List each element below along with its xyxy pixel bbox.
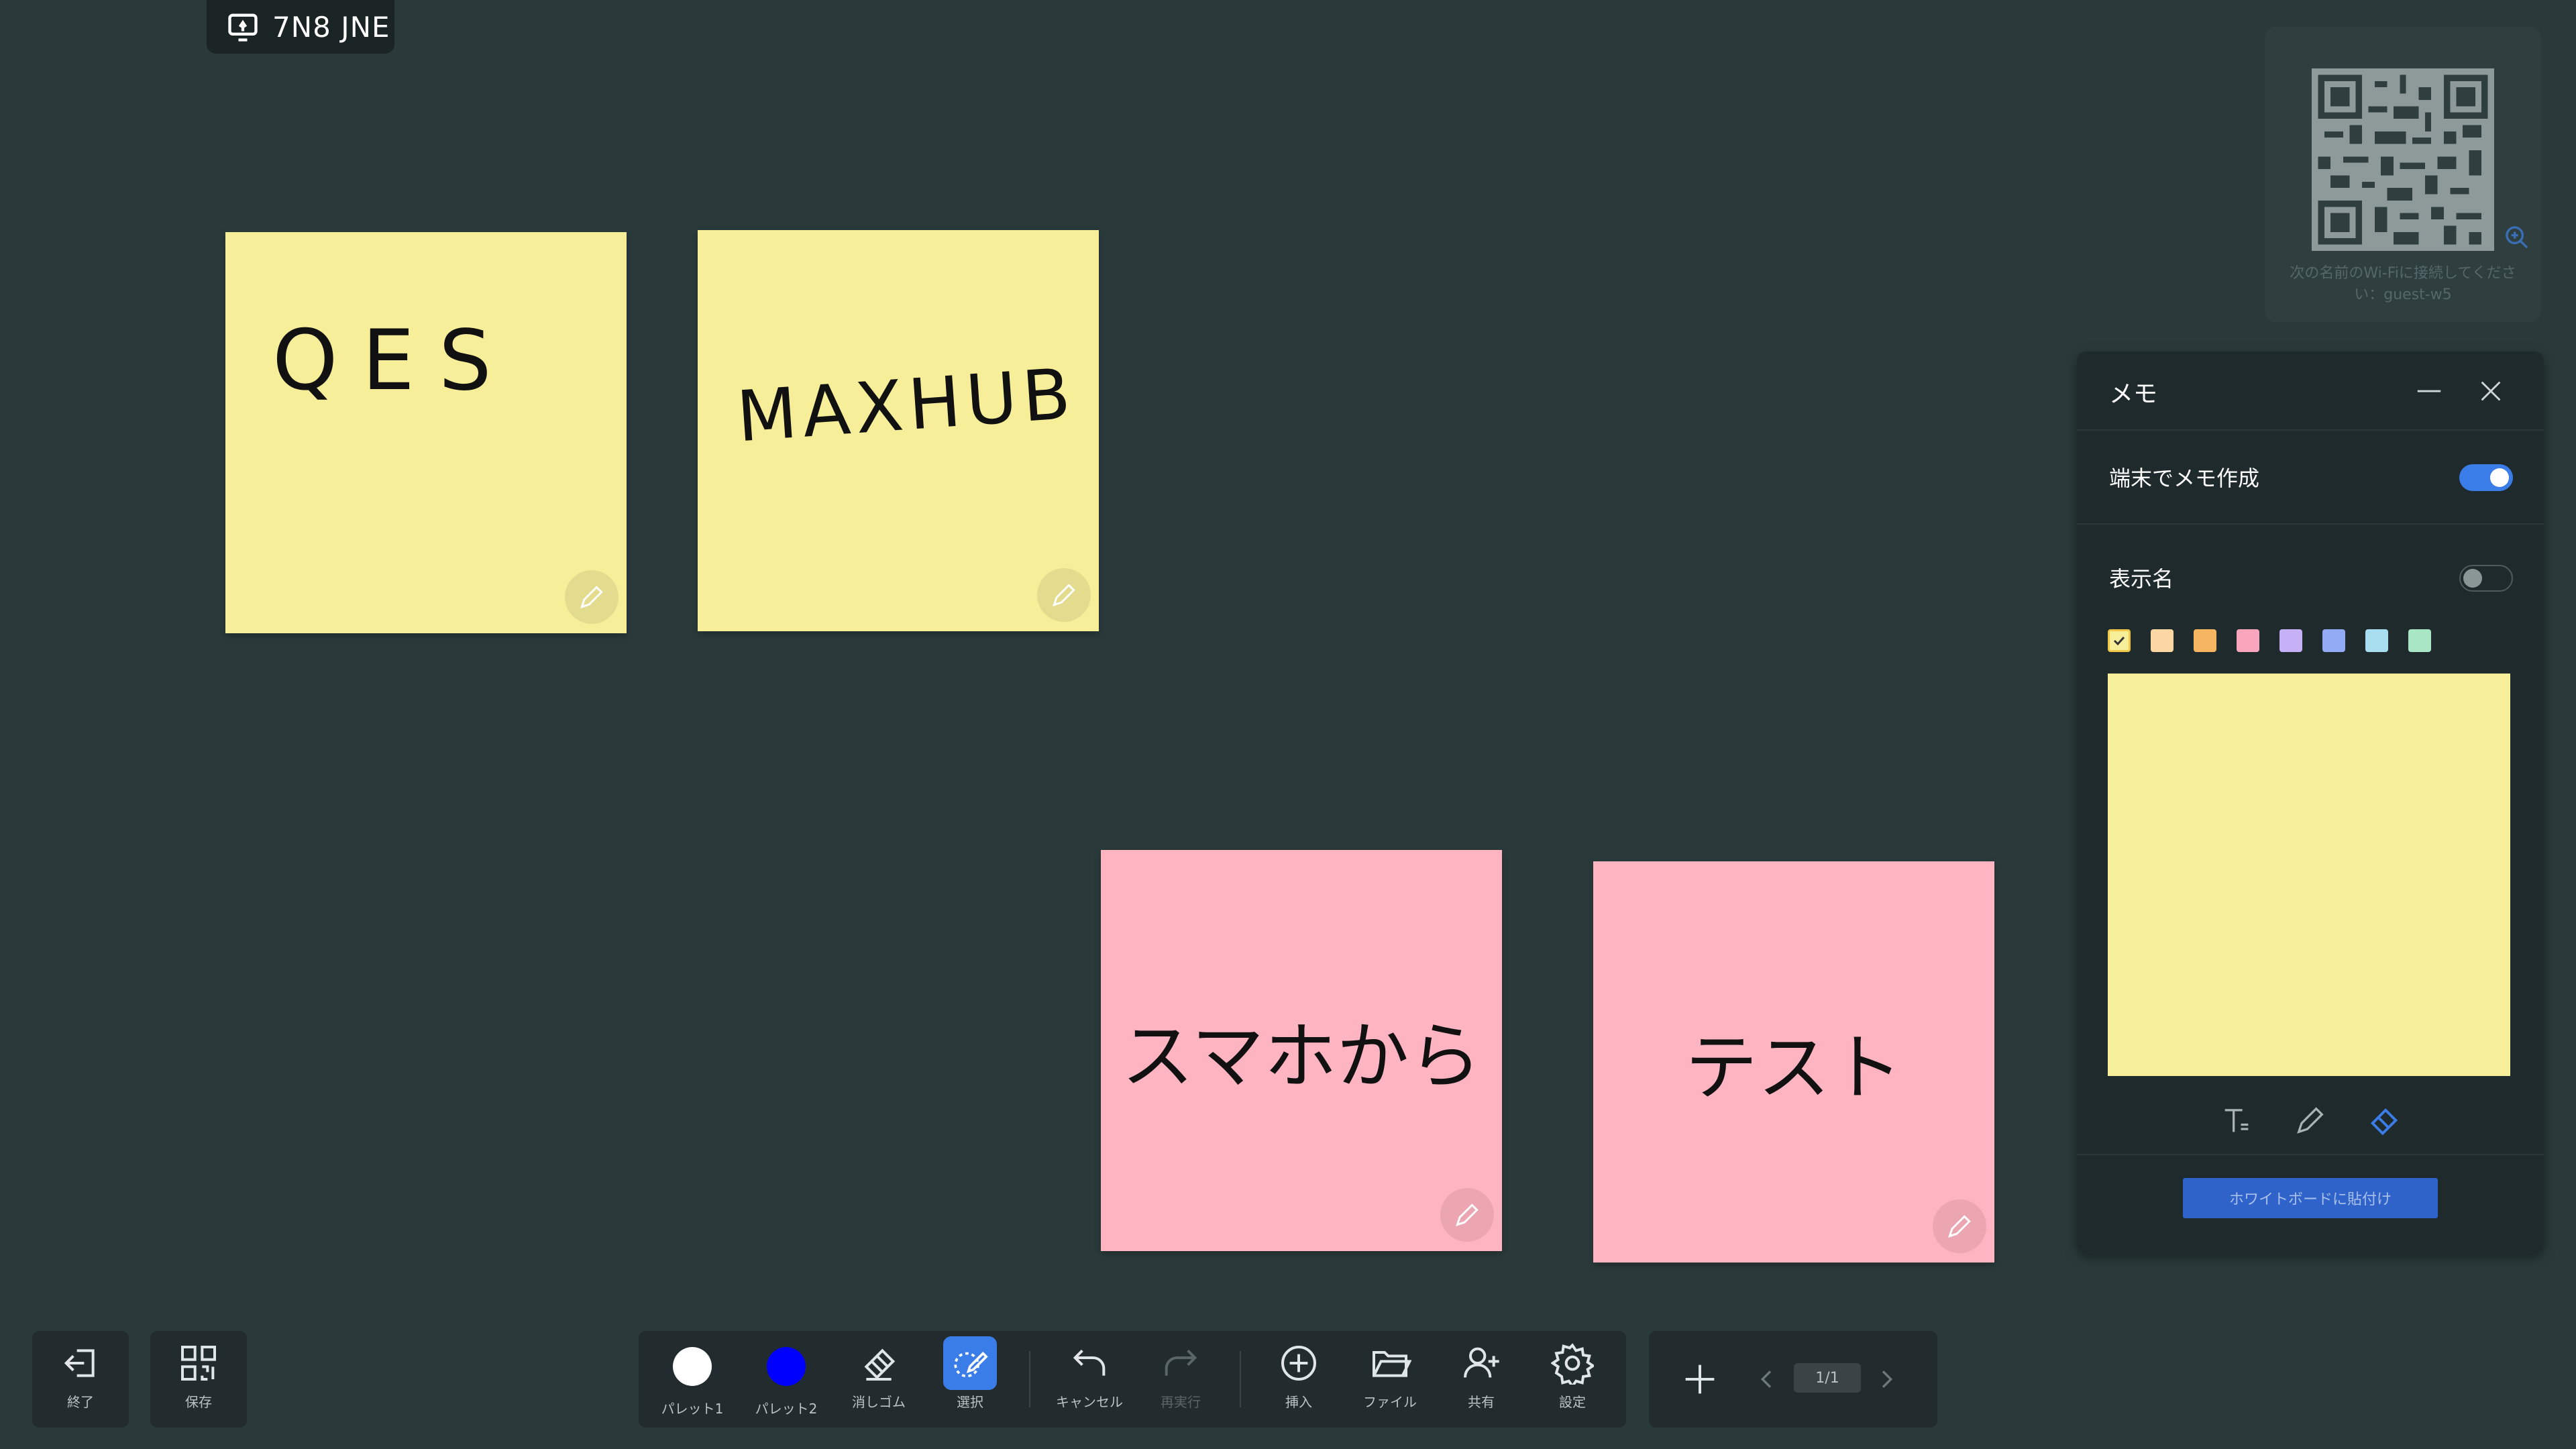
sticky-note-test[interactable]: テスト (1593, 861, 1994, 1263)
eraser-icon (864, 1348, 896, 1381)
redo-label: 再実行 (1161, 1394, 1201, 1410)
add-page-icon[interactable] (1678, 1358, 1721, 1401)
undo-label: キャンセル (1056, 1394, 1123, 1410)
qr-code-panel: 次の名前のWi-Fiに接続してください：guest-w5 (2265, 27, 2541, 322)
settings-label: 設定 (1559, 1394, 1586, 1410)
paste-to-whiteboard-button[interactable]: ホワイトボードに貼付け (2183, 1178, 2438, 1218)
toolbar-separator (1029, 1351, 1030, 1407)
qr-code (2312, 68, 2494, 251)
close-icon[interactable] (2475, 376, 2506, 407)
share-label: 共有 (1468, 1394, 1495, 1410)
undo-button[interactable]: キャンセル (1049, 1331, 1130, 1425)
eraser-button[interactable]: 消しゴム (839, 1331, 919, 1425)
text-tool-icon[interactable] (2219, 1103, 2254, 1138)
sticky-note-qes[interactable]: QES (225, 232, 627, 633)
pen-tool-icon[interactable] (2293, 1103, 2328, 1138)
color-swatches (2108, 629, 2431, 652)
palette1-label: パレット1 (661, 1401, 724, 1417)
minimize-icon[interactable] (2412, 376, 2446, 407)
memo-tools (2077, 1089, 2544, 1155)
swatch-green[interactable] (2408, 629, 2431, 652)
note-edit-button[interactable] (1037, 568, 1091, 622)
swatch-orange[interactable] (2194, 629, 2216, 652)
memo-canvas[interactable] (2108, 674, 2510, 1076)
display-name-row: 表示名 (2077, 525, 2544, 623)
screen-share-icon (228, 13, 258, 42)
note-handwriting: MAXHUB (734, 352, 1079, 458)
device-memo-label: 端末でメモ作成 (2109, 466, 2260, 491)
pencil-icon (1456, 1203, 1479, 1226)
note-text: テスト (1684, 1026, 1902, 1110)
main-toolbar: パレット1 パレット2 消しゴム 選択 キャンセル 再実行 挿入 ファイル 共有… (639, 1331, 1626, 1428)
wifi-hint: 次の名前のWi-Fiに接続してください：guest-w5 (2290, 265, 2516, 303)
select-label: 選択 (957, 1394, 983, 1410)
exit-icon (64, 1349, 95, 1377)
chevron-left-icon[interactable] (1754, 1366, 1780, 1393)
insert-label: 挿入 (1285, 1394, 1312, 1410)
redo-icon (1165, 1349, 1197, 1376)
save-label: 保存 (185, 1394, 212, 1410)
note-edit-button[interactable] (1933, 1199, 1986, 1253)
palette2-color (767, 1347, 806, 1386)
exit-label: 終了 (67, 1394, 94, 1410)
display-name-toggle[interactable] (2459, 565, 2513, 592)
page-indicator[interactable]: 1/1 (1794, 1363, 1861, 1393)
plus-circle-icon (1281, 1346, 1316, 1381)
palette2-label: パレット2 (755, 1401, 818, 1417)
add-user-icon (1464, 1347, 1499, 1378)
eraser-label: 消しゴム (852, 1394, 906, 1410)
swatch-peach[interactable] (2151, 629, 2174, 652)
share-code: 7N8 JNE (272, 10, 390, 44)
palette1-color (673, 1347, 712, 1386)
save-toolbar: 保存 (150, 1331, 247, 1428)
exit-toolbar: 終了 (32, 1331, 129, 1428)
chevron-right-icon[interactable] (1873, 1366, 1900, 1393)
pencil-icon (1053, 584, 1075, 606)
swatch-pink[interactable] (2237, 629, 2259, 652)
swatch-purple[interactable] (2279, 629, 2302, 652)
settings-button[interactable]: 設定 (1532, 1331, 1613, 1425)
check-icon (2113, 636, 2125, 646)
memo-header: メモ (2077, 352, 2544, 431)
select-icon-bg (943, 1336, 997, 1390)
toolbar-separator (1240, 1351, 1241, 1407)
note-text: スマホから (1121, 1015, 1482, 1099)
swatch-blue[interactable] (2322, 629, 2345, 652)
device-memo-toggle[interactable] (2459, 464, 2513, 491)
swatch-cyan[interactable] (2365, 629, 2388, 652)
select-button[interactable]: 選択 (930, 1331, 1010, 1425)
display-name-label: 表示名 (2109, 566, 2174, 592)
lasso-select-icon (954, 1351, 988, 1378)
sticky-note-maxhub[interactable]: MAXHUB (698, 230, 1099, 631)
eraser-tool-icon[interactable] (2367, 1103, 2402, 1138)
save-button[interactable]: 保存 (158, 1331, 239, 1425)
redo-button[interactable]: 再実行 (1140, 1331, 1221, 1425)
gear-icon (1551, 1343, 1594, 1385)
grid-save-icon (181, 1346, 216, 1381)
swatch-yellow[interactable] (2108, 629, 2131, 652)
note-handwriting: QES (272, 313, 516, 409)
undo-icon (1073, 1349, 1106, 1376)
folder-icon (1373, 1351, 1411, 1377)
zoom-in-icon[interactable] (2504, 224, 2530, 251)
note-edit-button[interactable] (565, 570, 619, 624)
share-code-badge[interactable]: 7N8 JNE (207, 0, 394, 54)
memo-panel: メモ 端末でメモ作成 表示名 ホワイトボードに貼付け (2077, 352, 2544, 1253)
note-edit-button[interactable] (1440, 1188, 1494, 1242)
device-memo-row: 端末でメモ作成 (2077, 429, 2544, 525)
palette2-button[interactable]: パレット2 (746, 1331, 826, 1425)
exit-button[interactable]: 終了 (40, 1331, 121, 1425)
sticky-note-smartphone[interactable]: スマホから (1101, 850, 1502, 1251)
insert-button[interactable]: 挿入 (1258, 1331, 1339, 1425)
page-toolbar (1649, 1331, 1937, 1428)
pencil-icon (580, 586, 603, 608)
memo-title: メモ (2109, 380, 2158, 408)
file-label: ファイル (1363, 1394, 1417, 1410)
file-button[interactable]: ファイル (1350, 1331, 1430, 1425)
palette1-button[interactable]: パレット1 (652, 1331, 733, 1425)
share-button[interactable]: 共有 (1441, 1331, 1521, 1425)
pencil-icon (1948, 1215, 1971, 1238)
